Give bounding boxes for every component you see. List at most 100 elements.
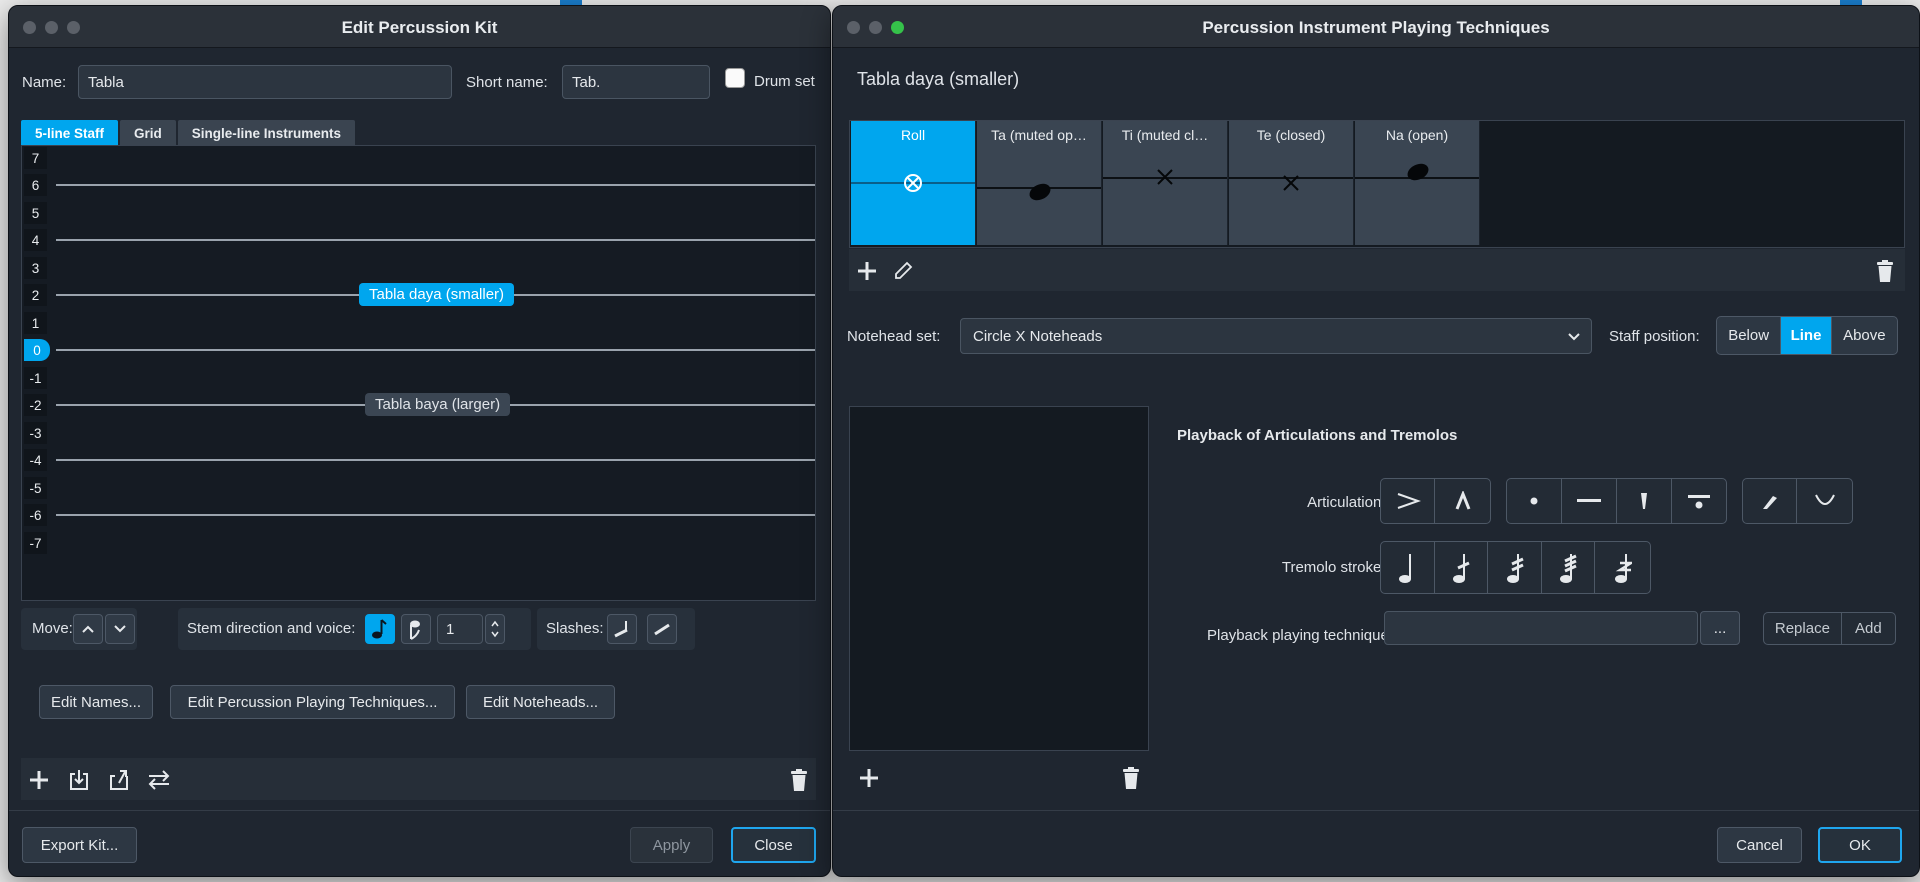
cancel-button[interactable]: Cancel (1717, 827, 1802, 863)
choose-technique-button[interactable]: ... (1700, 611, 1740, 645)
technique-ta[interactable]: Ta (muted op… (977, 121, 1102, 245)
staff-position-minus-7[interactable]: -7 (24, 532, 47, 554)
staccatissimo-button[interactable] (1617, 479, 1672, 523)
tremolo-2-button[interactable] (1488, 542, 1542, 593)
stem-down-button[interactable] (401, 614, 431, 644)
staff-position-above[interactable]: Above (1832, 317, 1897, 354)
staff-position-4[interactable]: 4 (24, 229, 47, 251)
staff-editor[interactable]: 7 6 5 4 3 2 1 0 -1 -2 -3 -4 -5 -6 -7 Tab… (21, 145, 816, 601)
staff-line (56, 514, 815, 516)
apply-button[interactable]: Apply (630, 827, 713, 863)
technique-ti[interactable]: Ti (muted cl… (1103, 121, 1228, 245)
tremolo-strokes-group (1380, 541, 1651, 594)
note-stem-up-icon (372, 619, 387, 639)
accent-button[interactable] (1381, 479, 1436, 523)
note-stem-down-icon (410, 620, 420, 640)
playback-techniques-list[interactable] (849, 406, 1149, 751)
close-button[interactable]: Close (731, 827, 816, 863)
portato-button[interactable] (1672, 479, 1727, 523)
notehead-set-select[interactable]: Circle X Noteheads (960, 318, 1592, 354)
technique-te[interactable]: Te (closed) (1229, 121, 1354, 245)
edit-technique-button[interactable] (889, 257, 917, 285)
playback-technique-field[interactable] (1384, 611, 1698, 645)
drum-set-checkbox[interactable] (725, 68, 745, 88)
staff-position-minus-5[interactable]: -5 (24, 477, 47, 499)
unstress-button[interactable] (1797, 479, 1852, 523)
instrument-tabla-daya[interactable]: Tabla daya (smaller) (359, 283, 515, 306)
tremolo-label: Tremolo strokes: (1281, 559, 1393, 576)
stem-up-button[interactable] (365, 614, 395, 644)
tab-grid[interactable]: Grid (120, 120, 176, 145)
replace-button[interactable]: Replace (1764, 613, 1842, 644)
export-instrument-button[interactable] (105, 766, 133, 794)
tremolo-1-button[interactable] (1435, 542, 1489, 593)
chevron-down-icon (114, 625, 126, 633)
staff-position-line[interactable]: Line (1781, 317, 1832, 354)
tenuto-button[interactable] (1562, 479, 1617, 523)
swap-instrument-button[interactable] (145, 766, 173, 794)
staff-position-below[interactable]: Below (1717, 317, 1782, 354)
staff-line (56, 239, 815, 241)
tremolo-3-button[interactable] (1542, 542, 1596, 593)
tab-5-line-staff[interactable]: 5-line Staff (21, 120, 119, 145)
staff-position-7[interactable]: 7 (24, 147, 47, 169)
stem-direction-label: Stem direction and voice: (187, 620, 356, 637)
add-button[interactable]: Add (1842, 613, 1895, 644)
slash-stem-up-button[interactable] (607, 614, 637, 644)
staff-type-tabs: 5-line Staff Grid Single-line Instrument… (21, 120, 356, 145)
stepper-arrows-icon (491, 620, 499, 638)
tab-single-line-instruments[interactable]: Single-line Instruments (177, 120, 356, 145)
export-icon (110, 770, 128, 790)
staff-line (56, 349, 815, 351)
staff-position-2[interactable]: 2 (24, 284, 47, 306)
staff-position-minus-2[interactable]: -2 (24, 394, 47, 416)
add-playback-button[interactable] (855, 764, 883, 792)
add-technique-button[interactable] (853, 257, 881, 285)
staff-position-1[interactable]: 1 (24, 312, 47, 334)
staff-position-minus-3[interactable]: -3 (24, 422, 47, 444)
window-title: Edit Percussion Kit (341, 18, 498, 37)
voice-stepper[interactable] (485, 614, 505, 644)
x-notehead-icon (1157, 169, 1173, 185)
staff-position-3[interactable]: 3 (24, 257, 47, 279)
technique-na[interactable]: Na (open) (1355, 121, 1480, 245)
edit-techniques-button[interactable]: Edit Percussion Playing Techniques... (170, 685, 455, 719)
stress-button[interactable] (1743, 479, 1798, 523)
playing-techniques-window: Percussion Instrument Playing Techniques… (832, 5, 1920, 877)
tremolo-none-button[interactable] (1381, 542, 1435, 593)
instrument-tabla-baya[interactable]: Tabla baya (larger) (365, 393, 511, 416)
ok-button[interactable]: OK (1818, 827, 1902, 863)
move-up-button[interactable] (73, 614, 103, 644)
voice-number-field[interactable]: 1 (437, 614, 483, 644)
delete-instrument-button[interactable] (785, 766, 813, 794)
staccato-icon (1530, 497, 1538, 505)
trash-icon (1877, 260, 1893, 282)
staccato-button[interactable] (1507, 479, 1562, 523)
move-label: Move: (32, 620, 73, 637)
playback-technique-label: Playback playing technique: (1207, 627, 1393, 644)
name-field[interactable]: Tabla (78, 65, 452, 99)
staff-position-6[interactable]: 6 (24, 174, 47, 196)
slash-no-stem-button[interactable] (647, 614, 677, 644)
staff-position-5[interactable]: 5 (24, 202, 47, 224)
delete-technique-button[interactable] (1871, 257, 1899, 285)
notehead-set-label: Notehead set: (847, 328, 941, 345)
short-name-field[interactable]: Tab. (562, 65, 710, 99)
staff-position-0[interactable]: 0 (24, 339, 50, 361)
export-kit-button[interactable]: Export Kit... (22, 827, 137, 863)
staff-position-selector: Below Line Above (1716, 316, 1898, 355)
add-instrument-button[interactable] (25, 766, 53, 794)
playback-heading: Playback of Articulations and Tremolos (1177, 427, 1458, 444)
staff-position-minus-1[interactable]: -1 (24, 367, 47, 389)
edit-noteheads-button[interactable]: Edit Noteheads... (466, 685, 615, 719)
staff-position-minus-4[interactable]: -4 (24, 449, 47, 471)
technique-roll[interactable]: Roll (851, 121, 976, 245)
buzz-roll-icon (1614, 553, 1632, 583)
tremolo-z-button[interactable] (1595, 542, 1650, 593)
marcato-button[interactable] (1435, 479, 1490, 523)
delete-playback-button[interactable] (1117, 764, 1145, 792)
import-instrument-button[interactable] (65, 766, 93, 794)
edit-names-button[interactable]: Edit Names... (39, 685, 153, 719)
staff-position-minus-6[interactable]: -6 (24, 504, 47, 526)
move-down-button[interactable] (105, 614, 135, 644)
